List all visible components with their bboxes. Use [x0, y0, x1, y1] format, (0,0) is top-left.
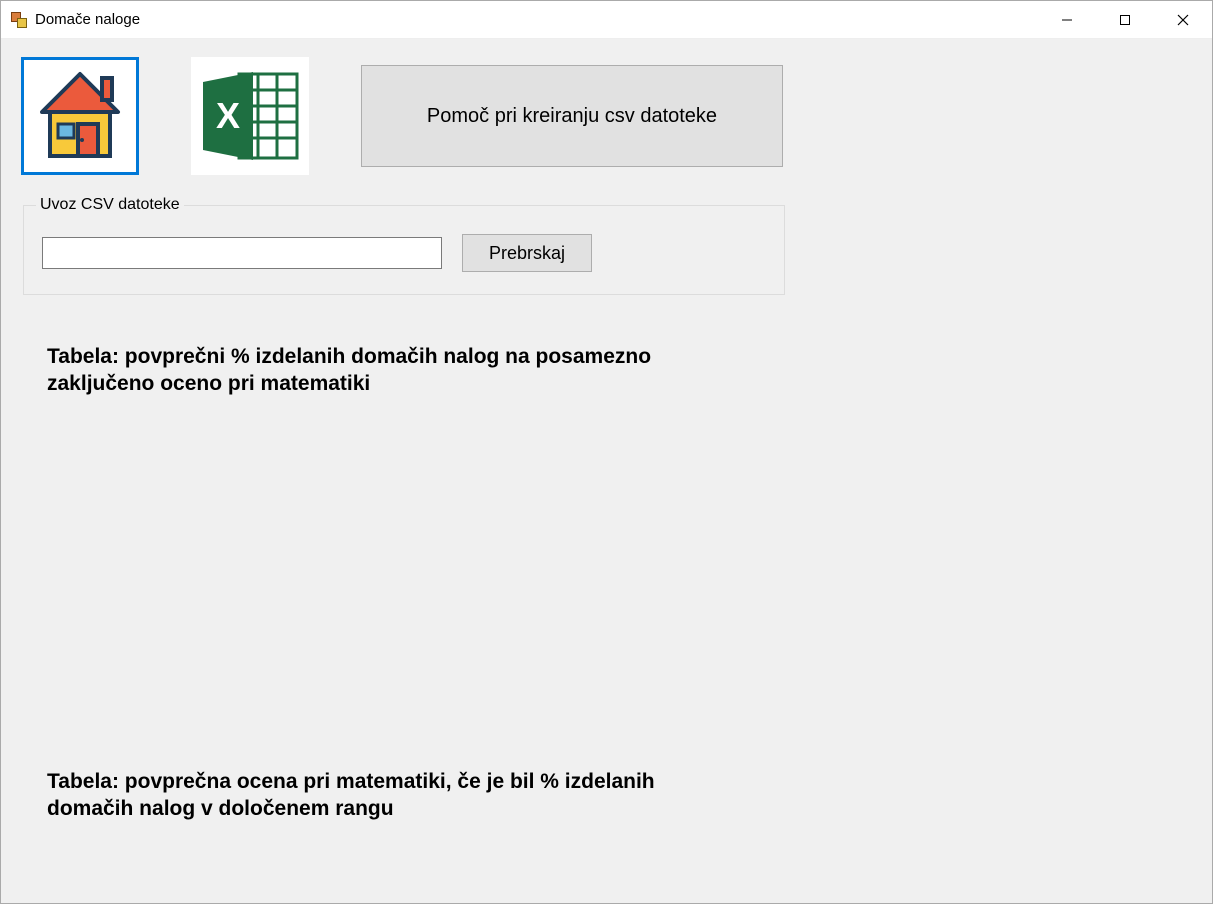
titlebar: Domače naloge: [1, 1, 1212, 39]
home-button[interactable]: [21, 57, 139, 175]
window-controls: [1038, 1, 1212, 38]
import-csv-group: Uvoz CSV datoteke Prebrskaj: [23, 205, 785, 295]
window-title: Domače naloge: [35, 11, 140, 28]
browse-button[interactable]: Prebrskaj: [462, 234, 592, 272]
close-icon: [1177, 14, 1189, 26]
import-csv-legend: Uvoz CSV datoteke: [36, 196, 184, 214]
minimize-icon: [1061, 14, 1073, 26]
maximize-button[interactable]: [1096, 1, 1154, 38]
close-button[interactable]: [1154, 1, 1212, 38]
toolbar-row: X Pomoč pri kreiranju csv datoteke: [21, 57, 1192, 175]
app-window: Domače naloge: [0, 0, 1213, 904]
excel-button[interactable]: X: [191, 57, 309, 175]
table1-heading: Tabela: povprečni % izdelanih domačih na…: [47, 343, 677, 398]
table2-heading: Tabela: povprečna ocena pri matematiki, …: [47, 768, 677, 823]
csv-file-path-input[interactable]: [42, 237, 442, 269]
excel-icon: X: [195, 68, 305, 164]
minimize-button[interactable]: [1038, 1, 1096, 38]
app-icon: [11, 12, 27, 28]
house-icon: [30, 66, 130, 166]
svg-text:X: X: [216, 95, 240, 136]
client-area: X Pomoč pri kreiranju csv datoteke Uvoz …: [1, 39, 1212, 903]
maximize-icon: [1119, 14, 1131, 26]
help-csv-button[interactable]: Pomoč pri kreiranju csv datoteke: [361, 65, 783, 167]
